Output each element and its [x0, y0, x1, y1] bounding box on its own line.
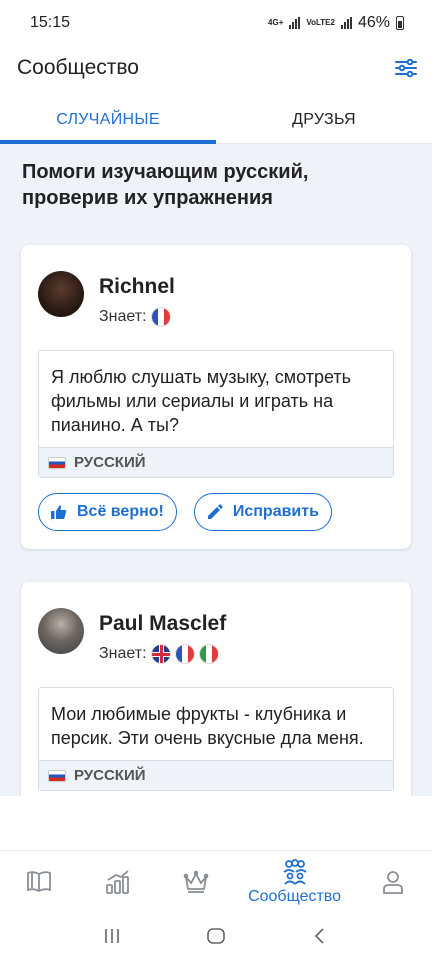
- card-header: Richnel Знает:: [38, 271, 175, 327]
- avatar[interactable]: [38, 608, 84, 654]
- knows-languages: Знает:: [99, 644, 226, 664]
- home-icon[interactable]: [205, 925, 227, 947]
- battery-icon: [396, 16, 404, 30]
- user-name[interactable]: Paul Masclef: [99, 612, 226, 636]
- system-nav: [0, 912, 432, 960]
- community-icon: [282, 858, 307, 885]
- exercise-card: Richnel Знает: Я люблю слушать музыку, с…: [21, 245, 411, 549]
- tab-random[interactable]: СЛУЧАЙНЫЕ: [0, 96, 216, 144]
- status-bar: 15:15 4G+ VoLTE2 46%: [0, 0, 432, 46]
- volte-indicator: VoLTE2: [306, 18, 335, 27]
- network-indicator: 4G+: [268, 18, 284, 27]
- nav-learn[interactable]: [0, 851, 79, 912]
- exercise-box[interactable]: Мои любимые фрукты - клубника и персик. …: [38, 687, 394, 791]
- tab-bar: СЛУЧАЙНЫЕ ДРУЗЬЯ: [0, 96, 432, 144]
- nav-premium[interactable]: [157, 851, 236, 912]
- all-correct-label: Всё верно!: [77, 503, 164, 520]
- nav-profile[interactable]: [353, 851, 432, 912]
- knows-label: Знает:: [99, 645, 147, 662]
- feed-heading: Помоги изучающим русский, проверив их уп…: [22, 161, 309, 209]
- pencil-icon: [207, 504, 223, 519]
- flag-fr-icon: [174, 644, 195, 664]
- language-label: РУССКИЙ: [74, 767, 146, 784]
- sliders-icon[interactable]: [394, 56, 418, 80]
- feed[interactable]: Помоги изучающим русский, проверив их уп…: [0, 144, 432, 796]
- knows-languages: Знает:: [99, 307, 175, 327]
- status-icons: 4G+ VoLTE2 46%: [268, 14, 404, 32]
- page-title: Сообщество: [17, 56, 139, 79]
- flag-fr-icon: [150, 307, 171, 327]
- knows-label: Знает:: [99, 308, 147, 325]
- battery-percent: 46%: [357, 14, 390, 31]
- bottom-nav: Сообщество: [0, 850, 432, 912]
- status-time: 15:15: [30, 14, 71, 31]
- exercise-box[interactable]: Я люблю слушать музыку, смотреть фильмы …: [38, 350, 394, 478]
- user-name[interactable]: Richnel: [99, 275, 175, 299]
- exercise-text: Я люблю слушать музыку, смотреть фильмы …: [51, 367, 352, 435]
- nav-community-label: Сообщество: [248, 887, 342, 905]
- signal-icon: [289, 17, 301, 29]
- exercise-text: Мои любимые фрукты - клубника и персик. …: [51, 704, 364, 748]
- back-icon[interactable]: [309, 925, 331, 947]
- avatar[interactable]: [38, 271, 84, 317]
- nav-progress[interactable]: [79, 851, 158, 912]
- thumbs-up-icon: [51, 505, 67, 519]
- crown-icon: [184, 870, 209, 893]
- language-label: РУССКИЙ: [74, 454, 146, 471]
- app-bar: Сообщество: [0, 46, 432, 90]
- all-correct-button[interactable]: Всё верно!: [38, 493, 177, 531]
- tab-friends[interactable]: ДРУЗЬЯ: [216, 96, 432, 143]
- exercise-card: Paul Masclef Знает: Мои любимые фрукты -…: [21, 582, 411, 796]
- flag-it-icon: [198, 644, 219, 664]
- flag-ru-icon: [48, 456, 66, 469]
- book-icon: [27, 870, 52, 892]
- correct-label: Исправить: [232, 503, 319, 520]
- correct-button[interactable]: Исправить: [193, 493, 332, 531]
- recent-apps-icon[interactable]: [101, 925, 123, 947]
- card-actions: Всё верно! Исправить: [38, 493, 332, 531]
- language-bar: РУССКИЙ: [39, 447, 393, 477]
- flag-gb-icon: [150, 644, 171, 664]
- card-header: Paul Masclef Знает:: [38, 608, 226, 664]
- progress-chart-icon: [105, 869, 129, 894]
- language-bar: РУССКИЙ: [39, 760, 393, 790]
- nav-community[interactable]: Сообщество: [236, 851, 354, 912]
- signal-icon-2: [340, 17, 352, 29]
- flag-ru-icon: [48, 769, 66, 782]
- profile-icon: [382, 870, 403, 894]
